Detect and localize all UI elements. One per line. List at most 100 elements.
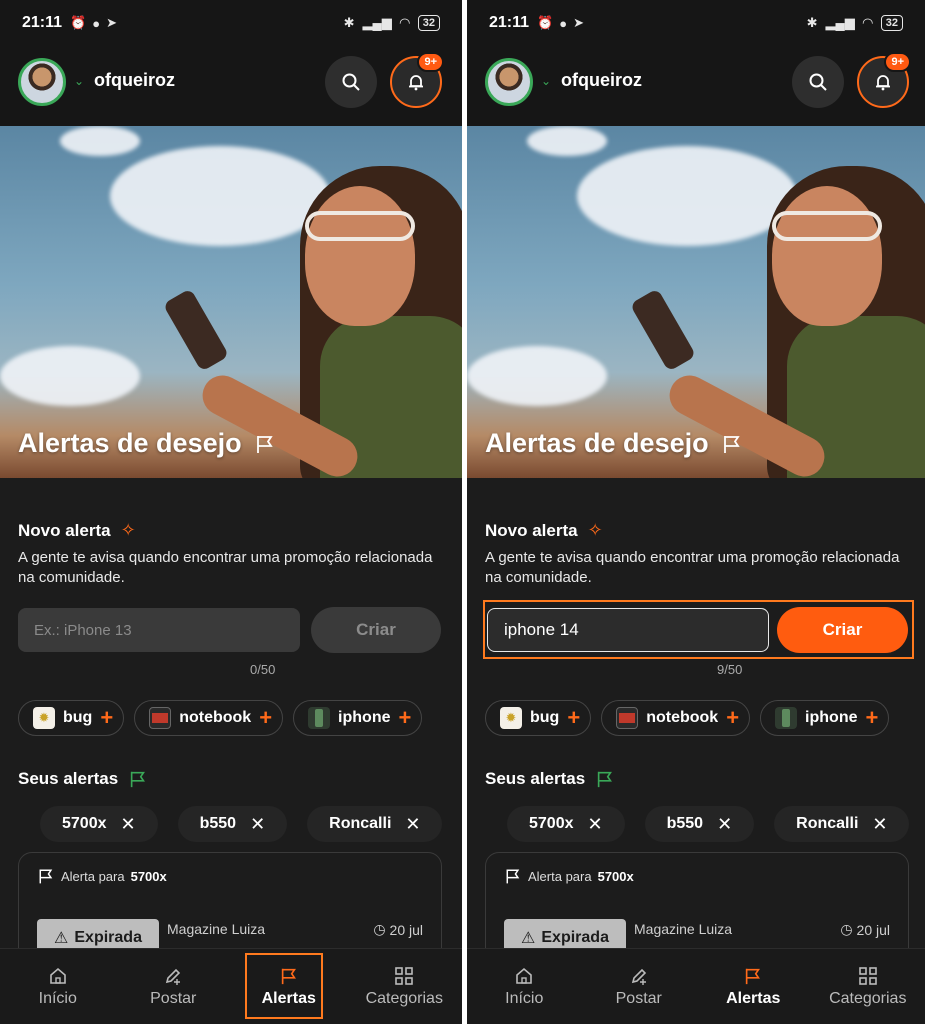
alert-date-text: 20 jul [856, 921, 890, 938]
alert-tag[interactable]: b550 ✕ [644, 806, 755, 842]
page-title: Alertas de desejo [485, 428, 743, 459]
nav-categorias[interactable]: Categorias [811, 949, 925, 1024]
close-icon[interactable]: ✕ [872, 814, 887, 835]
bottom-nav: Início Postar Alertas Categorias [0, 948, 462, 1024]
search-button[interactable] [325, 56, 377, 108]
warning-icon: ⚠ [521, 930, 536, 947]
suggestion-chips: ✹ bug + notebook + iphone + [485, 700, 890, 736]
plus-icon: + [259, 705, 273, 730]
username[interactable]: ofqueiroz [94, 70, 175, 91]
battery-indicator: 32 [880, 15, 903, 31]
whatsapp-icon: ● [92, 15, 101, 31]
hero-phone [162, 288, 230, 372]
create-button[interactable]: Criar [311, 607, 441, 653]
store-name: Magazine Luiza [167, 921, 266, 937]
alert-card-prefix: Alerta para [528, 868, 592, 884]
nav-postar[interactable]: Postar [582, 949, 697, 1024]
new-alert-title: Novo alerta [485, 520, 578, 540]
chevron-down-icon[interactable]: ⌄ [74, 74, 84, 88]
wifi-icon: ◠ [399, 15, 410, 30]
alert-input[interactable]: Ex.: iPhone 13 [18, 608, 300, 652]
flag-icon [598, 771, 613, 788]
chip-label: bug [63, 709, 93, 726]
iphone-thumb [775, 707, 798, 729]
chevron-down-icon[interactable]: ⌄ [541, 74, 551, 88]
alert-tag-label: Roncalli [796, 815, 859, 832]
alert-tag-label: b550 [199, 815, 237, 832]
expired-label: Expirada [74, 929, 142, 946]
warning-icon: ⚠ [54, 930, 69, 947]
alert-tag-label: 5700x [62, 815, 107, 832]
nav-alertas[interactable]: Alertas [696, 949, 811, 1024]
nav-label: Início [38, 989, 77, 1007]
hero-banner: Alertas de desejo [0, 126, 462, 478]
char-counter: 0/50 [250, 662, 276, 677]
suggestion-chip-iphone[interactable]: iphone + [760, 700, 890, 736]
cloud-shape [110, 146, 330, 246]
nav-inicio[interactable]: Início [0, 949, 116, 1024]
notifications-button[interactable]: 9+ [390, 52, 444, 108]
close-icon[interactable]: ✕ [121, 814, 136, 835]
plus-icon: + [567, 705, 581, 730]
alarm-icon: ⏰ [537, 15, 554, 30]
username[interactable]: ofqueiroz [561, 70, 642, 91]
suggestion-chip-bug[interactable]: ✹ bug + [485, 700, 592, 736]
home-icon [49, 967, 66, 984]
grid-icon [858, 966, 877, 985]
hero-person-face [772, 186, 882, 326]
nav-postar[interactable]: Postar [116, 949, 232, 1024]
alert-card-prefix: Alerta para [61, 868, 125, 884]
status-notification-icons: ⏰ ● ➤ [537, 15, 584, 31]
alarm-icon: ⏰ [70, 15, 87, 30]
alert-tag[interactable]: Roncalli ✕ [307, 806, 443, 842]
app-header: ⌄ ofqueiroz 9+ [467, 46, 925, 126]
status-system-icons: ✱ ▂▄▆ ◠ 32 [344, 15, 440, 31]
search-button[interactable] [792, 56, 844, 108]
nav-label: Alertas [726, 989, 781, 1007]
telegram-icon: ➤ [106, 15, 117, 30]
flag-icon [746, 968, 761, 984]
alert-tag[interactable]: Roncalli ✕ [774, 806, 910, 842]
flag-icon [506, 869, 520, 884]
status-system-icons: ✱ ▂▄▆ ◠ 32 [807, 15, 903, 31]
nav-categorias[interactable]: Categorias [347, 949, 463, 1024]
alert-card-header: Alerta para 5700x [37, 867, 167, 885]
plus-icon: + [398, 705, 412, 730]
close-icon[interactable]: ✕ [405, 814, 420, 835]
alert-tag[interactable]: b550 ✕ [177, 806, 288, 842]
alert-tag[interactable]: 5700x ✕ [507, 806, 625, 842]
new-alert-description: A gente te avisa quando encontrar uma pr… [18, 549, 433, 586]
new-alert-title: Novo alerta [18, 520, 111, 540]
avatar[interactable] [485, 58, 533, 106]
notifications-button[interactable]: 9+ [857, 52, 911, 108]
alert-date-text: 20 jul [389, 921, 423, 938]
close-icon[interactable]: ✕ [250, 814, 265, 835]
suggestion-chip-notebook[interactable]: notebook + [601, 700, 751, 736]
new-alert-heading: Novo alerta ✧ [485, 520, 603, 541]
screen-left: 21:11 ⏰ ● ➤ ✱ ▂▄▆ ◠ 32 ⌄ ofqueiroz 9+ Al… [0, 0, 462, 1024]
bluetooth-icon: ✱ [343, 15, 355, 30]
store-name: Magazine Luiza [634, 921, 733, 937]
nav-inicio[interactable]: Início [467, 949, 582, 1024]
close-icon[interactable]: ✕ [717, 814, 732, 835]
suggestion-chip-notebook[interactable]: notebook + [134, 700, 284, 736]
hero-sunglasses [305, 211, 415, 241]
wifi-icon: ◠ [862, 15, 873, 30]
your-alerts-heading: Seus alertas [485, 769, 615, 789]
avatar[interactable] [18, 58, 66, 106]
flag-icon [256, 435, 273, 453]
suggestion-chip-iphone[interactable]: iphone + [293, 700, 423, 736]
char-counter: 9/50 [717, 662, 743, 677]
nav-label: Categorias [829, 989, 907, 1007]
alert-tag-label: 5700x [529, 815, 574, 832]
suggestion-chip-bug[interactable]: ✹ bug + [18, 700, 125, 736]
close-icon[interactable]: ✕ [588, 814, 603, 835]
nav-label: Categorias [365, 989, 443, 1007]
signal-icon: ▂▄▆ [825, 15, 855, 30]
page-title-text: Alertas de desejo [18, 428, 242, 458]
hero-banner: Alertas de desejo [467, 126, 925, 478]
new-alert-description: A gente te avisa quando encontrar uma pr… [485, 549, 900, 586]
alert-tag[interactable]: 5700x ✕ [40, 806, 158, 842]
chip-label: iphone [338, 709, 391, 726]
alert-date: ◷ 20 jul [373, 921, 423, 938]
